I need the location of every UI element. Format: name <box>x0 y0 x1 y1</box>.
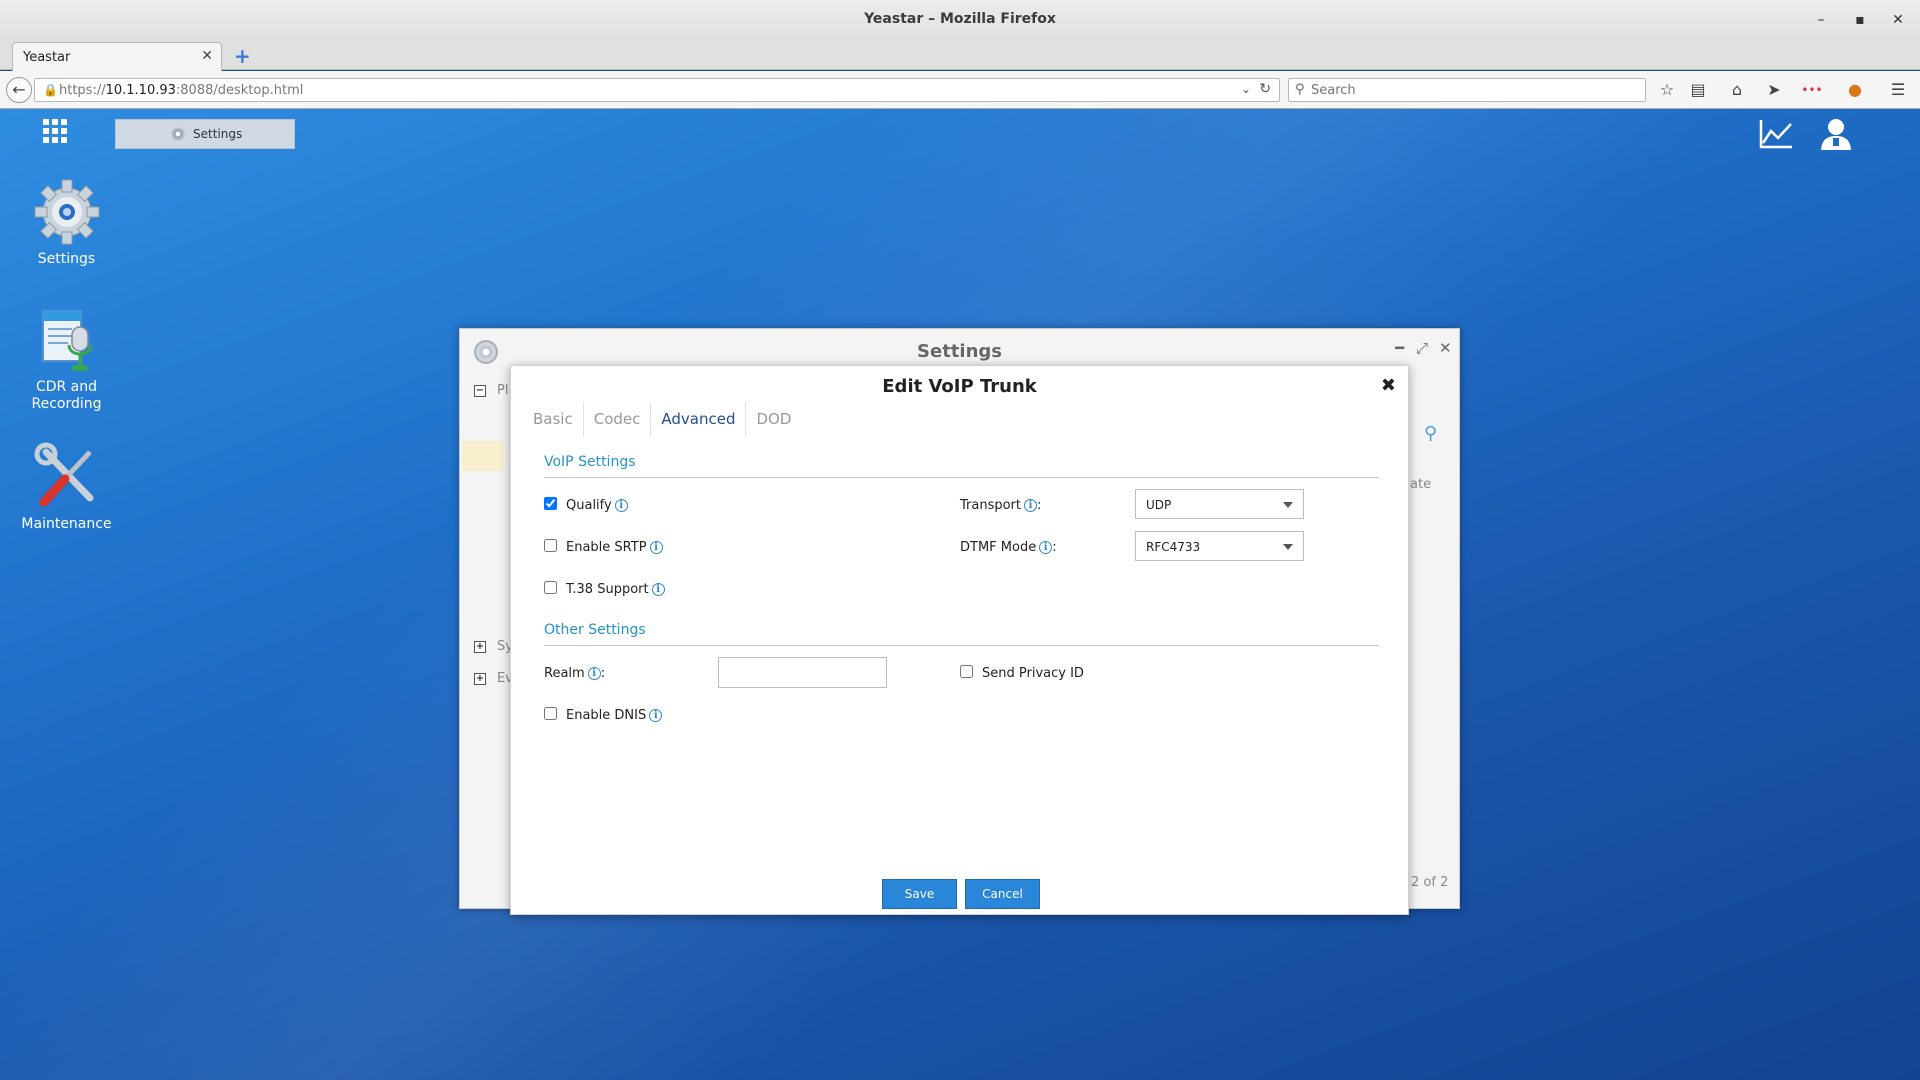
cdr-recording-icon <box>41 310 92 371</box>
info-icon[interactable]: i <box>614 499 628 512</box>
window-close-icon[interactable]: ✕ <box>1439 339 1452 357</box>
new-tab-button[interactable]: + <box>234 44 251 68</box>
extension-icon[interactable]: ● <box>1843 79 1867 101</box>
url-text: https://10.1.10.93:8088/desktop.html <box>59 83 304 98</box>
save-button[interactable]: Save <box>882 879 957 909</box>
qualify-checkbox[interactable] <box>544 497 557 510</box>
dtmf-mode-value: RFC4733 <box>1146 540 1201 554</box>
info-icon[interactable]: i <box>1039 541 1053 554</box>
gear-icon <box>34 179 99 245</box>
taskbar-item-label: Settings <box>193 127 243 141</box>
browser-tab-yeastar[interactable]: Yeastar ✕ <box>12 42 222 71</box>
window-minimize-icon[interactable]: ━ <box>1395 339 1404 357</box>
menu-icon[interactable]: ☰ <box>1886 79 1910 101</box>
send-privacy-id-label: Send Privacy ID <box>982 666 1084 681</box>
info-icon[interactable]: i <box>649 709 663 722</box>
dtmf-mode-label: DTMF Mode i: <box>960 540 1057 555</box>
settings-window-title: Settings <box>917 341 1002 362</box>
collapse-icon[interactable]: − <box>474 385 486 397</box>
t38-support-checkbox[interactable] <box>544 581 557 594</box>
info-icon[interactable]: i <box>1024 499 1038 512</box>
desktop-icon-label: Settings <box>37 251 96 267</box>
transport-select[interactable]: UDP <box>1135 489 1304 519</box>
cancel-button[interactable]: Cancel <box>965 879 1040 909</box>
url-dropdown-icon[interactable]: ⌄ <box>1241 82 1251 96</box>
maximize-window-button[interactable]: ▪ <box>1849 9 1871 31</box>
desktop-icon-label: CDR and <box>35 379 98 395</box>
taskbar-item-settings[interactable]: Settings <box>115 119 295 149</box>
enable-srtp-label: Enable SRTP <box>566 540 647 555</box>
desktop-icon-maintenance[interactable]: Maintenance <box>14 442 119 533</box>
info-icon[interactable]: i <box>649 541 663 554</box>
url-host: 10.1.10.93 <box>105 83 176 98</box>
window-title: Yeastar – Mozilla Firefox <box>864 11 1056 27</box>
window-maximize-icon[interactable]: ⤢ <box>1416 339 1428 357</box>
settings-small-icon <box>171 127 185 141</box>
reload-icon[interactable]: ↻ <box>1259 81 1271 97</box>
t38-support-label: T.38 Support <box>566 582 649 597</box>
nav-item-partial: Pl <box>497 383 509 398</box>
enable-dnis-checkbox[interactable] <box>544 707 557 720</box>
tab-advanced[interactable]: Advanced <box>651 402 747 436</box>
tab-codec[interactable]: Codec <box>584 402 652 436</box>
tools-icon <box>34 442 93 507</box>
app-launcher-grid-icon[interactable] <box>43 119 67 143</box>
enable-dnis-label: Enable DNIS <box>566 708 647 723</box>
realm-input[interactable] <box>718 657 887 688</box>
send-icon[interactable]: ➤ <box>1762 79 1786 101</box>
tab-strip: Yeastar ✕ + <box>0 40 1920 71</box>
other-settings-section: Other Settings <box>544 622 1379 646</box>
desktop-icon-settings[interactable]: Settings <box>14 177 119 268</box>
pocket-icon[interactable]: ••• <box>1800 79 1824 101</box>
realm-label: Realm i: <box>544 666 606 681</box>
home-icon[interactable]: ⌂ <box>1725 79 1749 101</box>
section-title: Other Settings <box>544 622 646 638</box>
url-bar[interactable]: 🔒 https://10.1.10.93:8088/desktop.html ⌄… <box>34 78 1280 102</box>
dialog-tabs: Basic Codec Advanced DOD <box>523 402 801 436</box>
lock-icon: 🔒 <box>43 83 58 97</box>
tab-dod[interactable]: DOD <box>746 402 801 436</box>
minimize-window-button[interactable]: – <box>1810 9 1832 31</box>
column-header-partial: ate <box>1410 477 1432 492</box>
tab-basic[interactable]: Basic <box>523 402 584 436</box>
nav-selected-item <box>462 441 504 471</box>
pagination-text: 2 of 2 <box>1411 875 1449 890</box>
chevron-down-icon <box>1283 502 1293 508</box>
desktop-icon-label: Recording <box>31 396 102 412</box>
user-account-icon[interactable] <box>1816 114 1856 154</box>
chevron-down-icon <box>1283 544 1293 550</box>
qualify-label: Qualify <box>566 498 612 513</box>
voip-settings-section: VoIP Settings <box>544 454 1379 478</box>
expand-icon[interactable]: + <box>474 673 486 685</box>
info-icon[interactable]: i <box>651 583 665 596</box>
dtmf-mode-select[interactable]: RFC4733 <box>1135 531 1304 561</box>
statistics-chart-icon[interactable] <box>1756 114 1796 154</box>
search-input[interactable] <box>1311 81 1631 99</box>
transport-value: UDP <box>1146 498 1172 512</box>
edit-voip-trunk-dialog: Edit VoIP Trunk ✖ Basic Codec Advanced D… <box>510 365 1409 915</box>
close-icon[interactable]: ✖ <box>1381 375 1396 396</box>
window-titlebar: Yeastar – Mozilla Firefox – ▪ ✕ <box>0 0 1920 40</box>
enable-srtp-checkbox[interactable] <box>544 539 557 552</box>
desktop-icon-label: Maintenance <box>21 516 112 532</box>
search-icon: ⚲ <box>1295 82 1305 97</box>
info-icon[interactable]: i <box>587 667 601 680</box>
search-icon[interactable]: ⚲ <box>1424 423 1437 444</box>
browser-tab-title: Yeastar <box>23 50 71 65</box>
send-privacy-id-checkbox[interactable] <box>960 665 973 678</box>
expand-icon[interactable]: + <box>474 641 486 653</box>
search-bar[interactable]: ⚲ <box>1288 78 1646 102</box>
back-button[interactable]: ← <box>6 77 32 103</box>
section-title: VoIP Settings <box>544 454 636 470</box>
tab-close-icon[interactable]: ✕ <box>201 48 213 64</box>
dialog-title: Edit VoIP Trunk <box>882 376 1037 397</box>
navigation-bar: ← 🔒 https://10.1.10.93:8088/desktop.html… <box>0 71 1920 109</box>
desktop-icon-cdr-recording[interactable]: CDR and Recording <box>14 305 119 413</box>
bookmark-star-icon[interactable]: ☆ <box>1655 79 1679 101</box>
transport-label: Transport i: <box>960 498 1042 513</box>
reading-list-icon[interactable]: ▤ <box>1686 79 1710 101</box>
close-window-button[interactable]: ✕ <box>1887 9 1909 31</box>
